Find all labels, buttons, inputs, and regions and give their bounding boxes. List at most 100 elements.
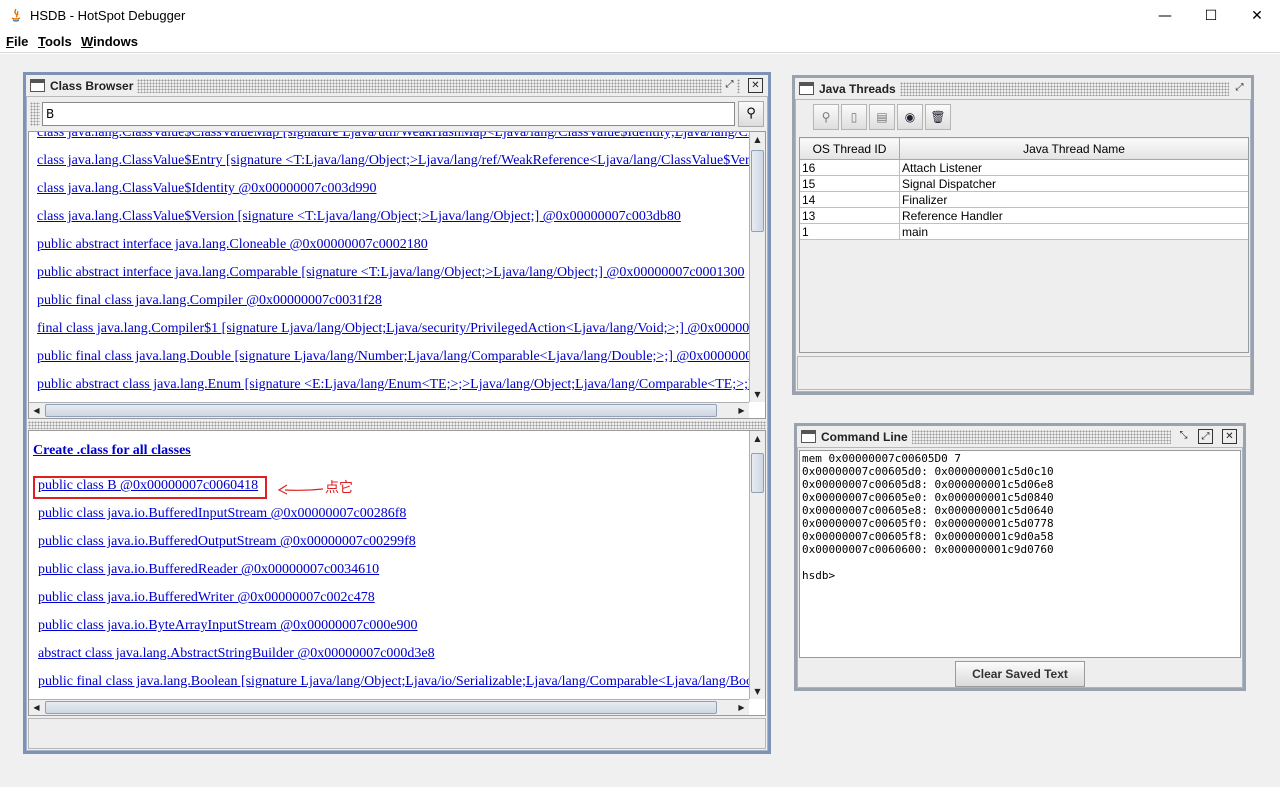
clear-saved-text-button[interactable]: Clear Saved Text [955,661,1085,687]
class-link[interactable]: public class java.io.ByteArrayInputStrea… [38,618,418,634]
class-link[interactable]: public abstract class java.lang.Enum [si… [37,377,760,393]
menu-bar: File Tools Windows [0,31,1280,53]
class-link[interactable]: public class java.io.BufferedInputStream… [38,506,406,522]
thread-id-cell: 13 [799,207,900,224]
scroll-down-icon[interactable]: ▼ [750,387,765,402]
scroll-left-icon[interactable]: ◀ [29,700,44,715]
table-row[interactable]: 15 Signal Dispatcher [799,175,1249,192]
scroll-right-icon[interactable]: ▶ [734,403,749,418]
class-link[interactable]: class java.lang.ClassValue$Entry [signat… [37,153,759,169]
split-divider[interactable] [28,421,766,429]
inspect-thread-icon[interactable]: ⚲ [813,104,839,130]
class-link[interactable]: public class java.io.BufferedReader @0x0… [38,562,379,578]
menu-windows[interactable]: Windows [81,34,138,49]
close-icon[interactable]: ✕ [748,78,763,93]
menu-tools[interactable]: Tools [38,34,72,49]
frame-icon [799,82,814,95]
command-line-titlebar[interactable]: Command Line ⤡ ⤢ ✕ [797,426,1243,448]
annotation-text: 点它 [325,480,353,496]
scroll-up-icon[interactable]: ▲ [750,431,765,446]
scroll-thumb[interactable] [45,701,717,714]
top-vertical-scrollbar[interactable]: ▲ ▼ [749,132,765,402]
scroll-down-icon[interactable]: ▼ [750,684,765,699]
restore-icon[interactable]: ⤢ [1232,81,1247,96]
threads-toolbar: ⚲ ▯ ▤ ◉ 🗑 [797,102,1249,134]
thread-id-cell: 1 [799,223,900,240]
command-console[interactable]: mem 0x00000007c00605D0 7 0x00000007c0060… [799,450,1241,658]
thread-name-cell: main [899,223,1249,240]
bottom-vertical-scrollbar[interactable]: ▲ ▼ [749,431,765,699]
class-link[interactable]: public class java.io.BufferedOutputStrea… [38,534,416,550]
table-row[interactable]: 13 Reference Handler [799,207,1249,224]
class-browser-frame: Class Browser ⤢ ✕ ⚲ class java.lang.Clas… [23,72,771,754]
thread-info-icon[interactable]: ▤ [869,104,895,130]
toolbar-grip [30,102,40,126]
frame-icon [801,430,816,443]
class-link[interactable]: public final class java.lang.Double [sig… [37,349,759,365]
threads-table: OS Thread ID Java Thread Name 16 Attach L… [799,137,1249,240]
class-link[interactable]: final class java.lang.Compiler$1 [signat… [37,321,763,337]
java-threads-titlebar[interactable]: Java Threads ⤢ [795,78,1251,100]
scroll-right-icon[interactable]: ▶ [734,700,749,715]
close-button[interactable]: ✕ [1234,0,1280,31]
class-link[interactable]: class java.lang.ClassValue$Version [sign… [37,209,681,225]
class-link[interactable]: public final class java.lang.Compiler @0… [37,293,382,309]
trash-icon[interactable]: 🗑 [925,104,951,130]
minimize-button[interactable]: — [1142,0,1188,31]
class-list-bottom: Create .class for all classes public cla… [28,430,766,716]
table-row[interactable]: 1 main [799,223,1249,240]
class-search-input[interactable] [42,102,735,126]
window-title: HSDB - HotSpot Debugger [30,8,186,23]
java-threads-title: Java Threads [819,82,900,96]
thread-id-cell: 15 [799,175,900,192]
menu-file-mnemonic: F [6,34,14,49]
maximize-button[interactable]: ☐ [1188,0,1234,31]
menu-file[interactable]: File [6,34,28,49]
create-class-files-link[interactable]: Create .class for all classes [33,443,191,459]
class-browser-titlebar[interactable]: Class Browser ⤢ ✕ [26,75,768,97]
menu-windows-mnemonic: W [81,34,94,49]
bottom-horizontal-scrollbar[interactable]: ◀ ▶ [29,699,749,715]
thread-name-cell: Attach Listener [899,159,1249,176]
class-link[interactable]: public abstract interface java.lang.Clon… [37,237,428,253]
menu-file-label: ile [13,34,29,49]
highlight-box [33,476,267,499]
command-line-title: Command Line [821,430,912,444]
maximize-icon[interactable]: ⤢ [1198,429,1213,444]
class-link[interactable]: class java.lang.ClassValue$ClassValueMap… [37,132,763,141]
class-link[interactable]: abstract class java.lang.AbstractStringB… [38,646,435,662]
find-crashes-icon[interactable]: ◉ [897,104,923,130]
thread-name-cell: Finalizer [899,191,1249,208]
class-browser-status-area [28,718,766,749]
thread-name-cell: Reference Handler [899,207,1249,224]
column-header[interactable]: Java Thread Name [899,137,1249,160]
frame-icon [30,79,45,92]
binoculars-icon[interactable]: ⚲ [738,101,764,127]
class-link[interactable]: public class java.io.BufferedWriter @0x0… [38,590,375,606]
column-header[interactable]: OS Thread ID [799,137,900,160]
scroll-thumb[interactable] [751,453,764,493]
scroll-thumb[interactable] [751,150,764,232]
class-browser-title: Class Browser [50,79,138,93]
java-icon [11,8,21,22]
class-link[interactable]: public final class java.lang.Boolean [si… [38,674,765,690]
table-row[interactable]: 16 Attach Listener [799,159,1249,176]
scroll-up-icon[interactable]: ▲ [750,132,765,147]
class-link[interactable]: public abstract interface java.lang.Comp… [37,265,745,281]
table-header-row: OS Thread ID Java Thread Name [799,137,1249,160]
top-horizontal-scrollbar[interactable]: ◀ ▶ [29,402,749,418]
scroll-left-icon[interactable]: ◀ [29,403,44,418]
thread-id-cell: 16 [799,159,900,176]
class-list-top: class java.lang.ClassValue$ClassValueMap… [28,131,766,419]
stack-memory-icon[interactable]: ▯ [841,104,867,130]
table-row[interactable]: 14 Finalizer [799,191,1249,208]
class-link[interactable]: class java.lang.ClassValue$Identity @0x0… [37,181,377,197]
restore-icon[interactable]: ⤢ [722,78,737,93]
annotation-arrow-icon [277,484,324,495]
close-icon[interactable]: ✕ [1222,429,1237,444]
scroll-thumb[interactable] [45,404,717,417]
titlebar-grip [50,79,740,93]
thread-name-cell: Signal Dispatcher [899,175,1249,192]
minimize-icon[interactable]: ⤡ [1176,429,1191,444]
menu-tools-mnemonic: T [38,34,45,49]
